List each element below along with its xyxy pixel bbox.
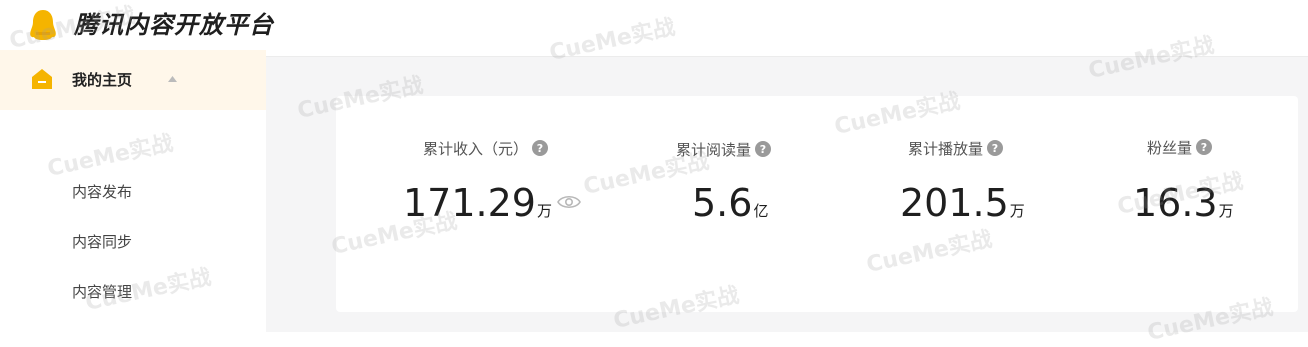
stat-value-income: 171.29万 — [403, 181, 552, 225]
help-icon[interactable]: ? — [755, 141, 772, 157]
caret-up-icon[interactable] — [168, 76, 177, 82]
stat-value-plays: 201.5万 — [900, 181, 1025, 225]
stat-label-plays: 累计播放量? — [908, 139, 1004, 159]
stat-label-income: 累计收入（元）? — [423, 139, 549, 159]
svg-text:?: ? — [537, 142, 543, 155]
penguin-logo-icon — [30, 10, 56, 40]
stat-label-fans: 粉丝量? — [1147, 138, 1213, 158]
stat-value-reads: 5.6亿 — [692, 181, 769, 225]
brand-title[interactable]: 腾讯内容开放平台 — [74, 9, 274, 41]
help-icon[interactable]: ? — [532, 140, 549, 156]
help-icon[interactable]: ? — [1196, 139, 1213, 155]
help-icon[interactable]: ? — [987, 140, 1004, 156]
svg-text:?: ? — [1201, 141, 1207, 154]
sidebar-item-content-manage[interactable]: 内容管理 — [72, 282, 132, 302]
home-icon — [32, 69, 52, 89]
stat-value-fans: 16.3万 — [1133, 181, 1234, 225]
sidebar-item-content-publish[interactable]: 内容发布 — [72, 182, 132, 202]
svg-text:?: ? — [760, 143, 766, 156]
stat-label-reads: 累计阅读量? — [676, 140, 772, 160]
svg-text:?: ? — [992, 142, 998, 155]
sidebar-item-content-sync[interactable]: 内容同步 — [72, 232, 132, 252]
sidebar-item-home-label[interactable]: 我的主页 — [72, 70, 132, 90]
eye-icon[interactable] — [557, 194, 581, 210]
top-header: 腾讯内容开放平台 — [0, 0, 1308, 57]
